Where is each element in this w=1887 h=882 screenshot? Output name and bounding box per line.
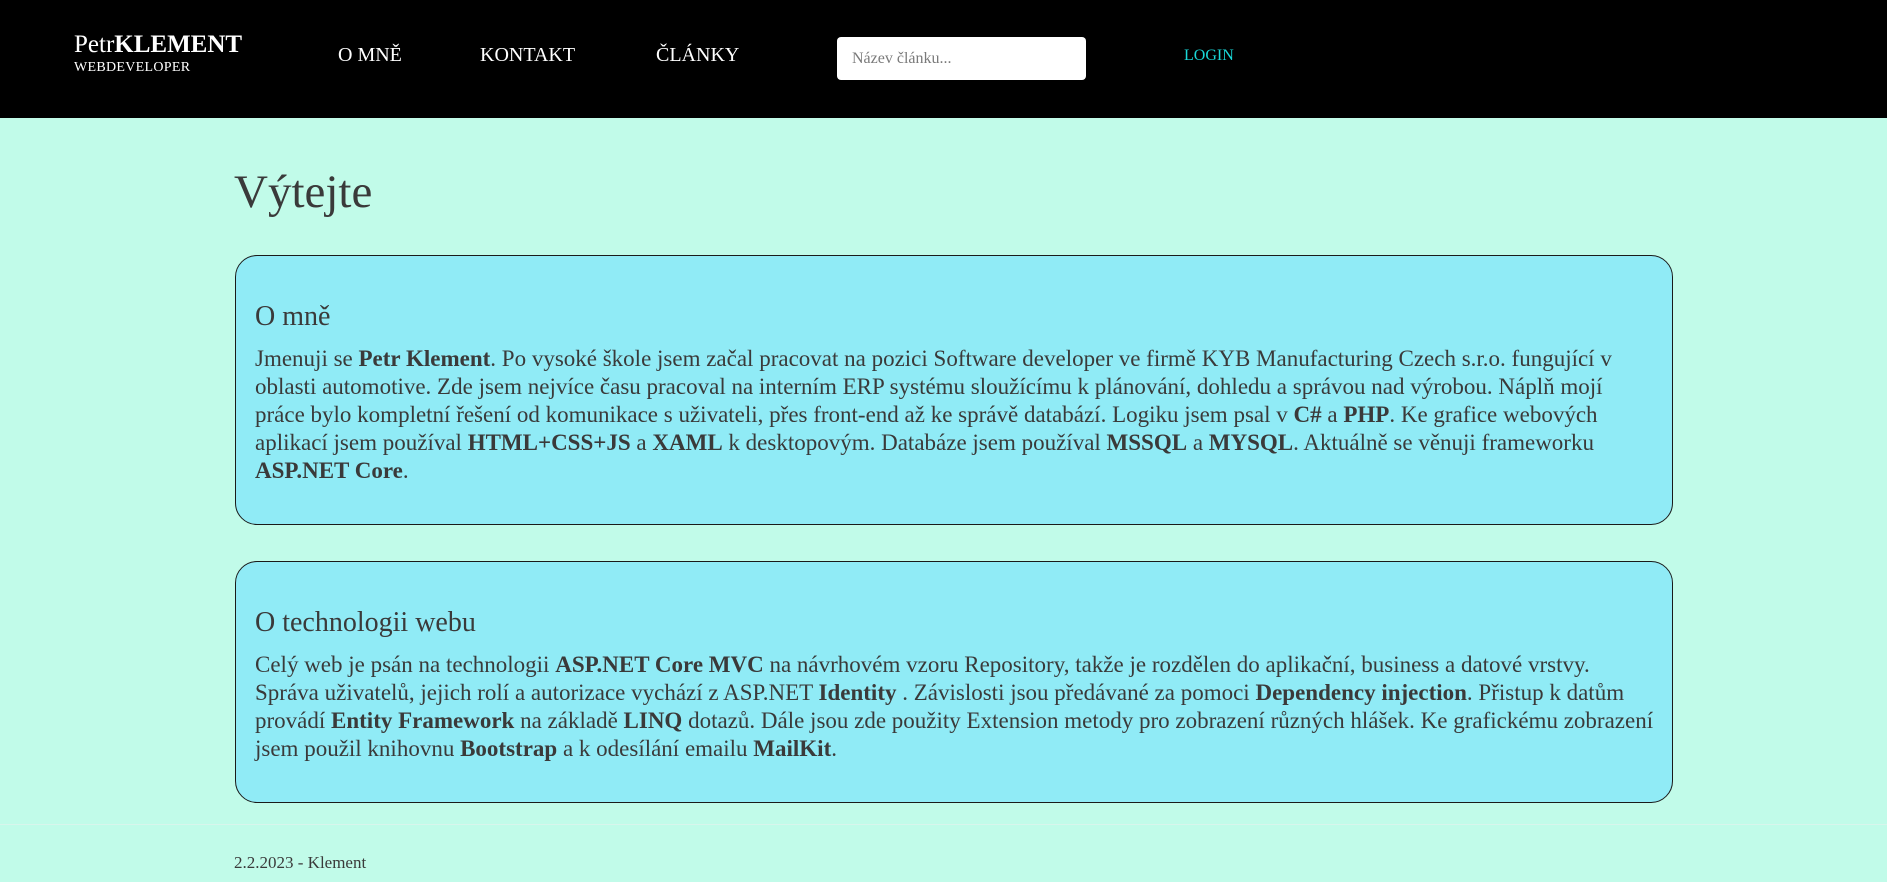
about-bold-term: HTML+CSS+JS (467, 430, 631, 455)
about-text: . (402, 458, 409, 483)
about-text: Jmenuji se (255, 346, 359, 371)
tech-bold-term: ASP.NET Core MVC (555, 652, 764, 677)
about-card: O mně Jmenuji se Petr Klement. Po vysoké… (235, 255, 1673, 525)
tech-text: . Závislosti jsou předávané za pomoci (896, 680, 1256, 705)
about-text: a (630, 430, 653, 455)
tech-text: a k odesílání emailu (557, 736, 754, 761)
tech-bold-term: LINQ (623, 708, 683, 733)
search-input[interactable] (837, 37, 1086, 80)
tech-bold-term: Bootstrap (460, 736, 558, 761)
about-bold-term: ASP.NET Core (255, 458, 403, 483)
about-bold-term: Petr Klement (358, 346, 491, 371)
brand-logo[interactable]: PetrKLEMENT WEBDEVELOPER (74, 32, 242, 75)
tech-paragraph: Celý web je psán na technologii ASP.NET … (255, 651, 1654, 763)
tech-text: Celý web je psán na technologii (255, 652, 556, 677)
tech-bold-term: Dependency injection (1255, 680, 1467, 705)
brand-subtitle: WEBDEVELOPER (74, 60, 191, 75)
brand-first-name: Petr (74, 31, 115, 58)
footer-text: 2.2.2023 - Klement (234, 853, 367, 872)
tech-bold-term: Identity (818, 680, 897, 705)
nav-link-clanky[interactable]: ČLÁNKY (656, 44, 739, 67)
tech-heading: O technologii webu (255, 607, 476, 638)
about-heading: O mně (255, 301, 331, 332)
nav-link-o-mne[interactable]: O MNĚ (338, 44, 402, 67)
about-text: k desktopovým. Databáze jsem používal (722, 430, 1107, 455)
about-bold-term: XAML (652, 430, 723, 455)
tech-card: O technologii webu Celý web je psán na t… (235, 561, 1673, 803)
about-paragraph: Jmenuji se Petr Klement. Po vysoké škole… (255, 345, 1654, 485)
footer-divider (0, 824, 1887, 825)
tech-bold-term: Entity Framework (331, 708, 515, 733)
nav-link-kontakt[interactable]: KONTAKT (480, 44, 575, 67)
about-bold-term: MYSQL (1208, 430, 1294, 455)
tech-text: . (831, 736, 837, 761)
brand-name: PetrKLEMENT (74, 32, 242, 57)
about-text: a (1321, 402, 1344, 427)
about-bold-term: PHP (1343, 402, 1390, 427)
tech-text: na základě (514, 708, 624, 733)
page-title: Výtejte (234, 166, 373, 218)
brand-last-name: KLEMENT (114, 31, 243, 58)
navbar: PetrKLEMENT WEBDEVELOPER O MNĚ KONTAKT Č… (0, 0, 1887, 118)
about-text: a (1187, 430, 1209, 455)
about-bold-term: C# (1293, 402, 1322, 427)
tech-bold-term: MailKit (753, 736, 832, 761)
about-bold-term: MSSQL (1106, 430, 1188, 455)
about-text: . Aktuálně se věnuji frameworku (1293, 430, 1594, 455)
login-link[interactable]: LOGIN (1184, 47, 1234, 65)
